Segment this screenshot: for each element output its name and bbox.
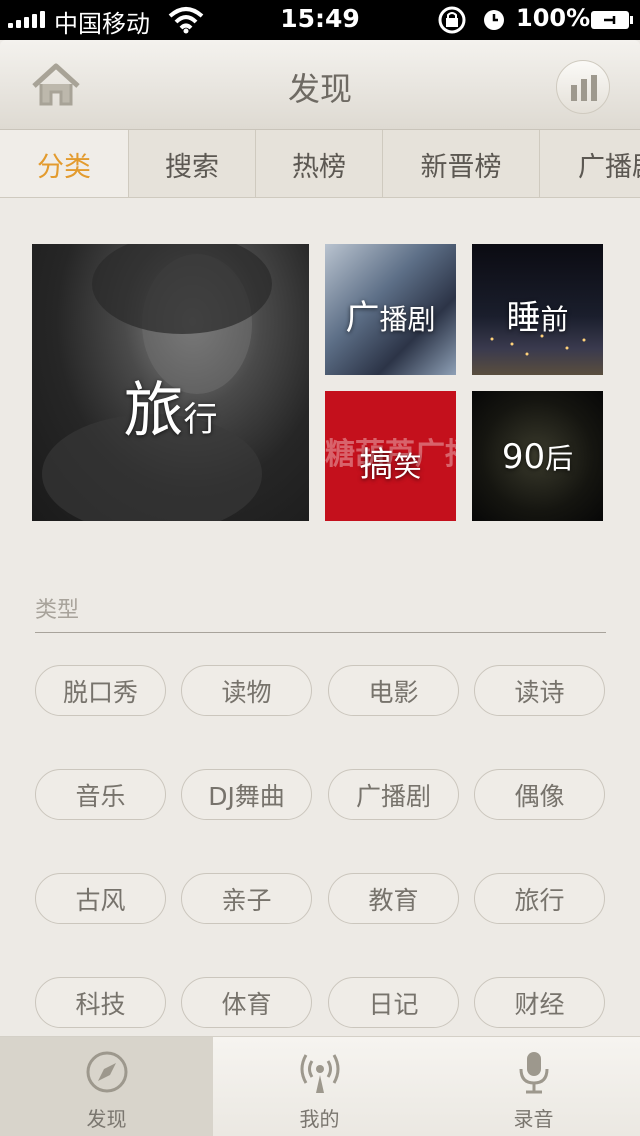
featured-bedtime-tile[interactable]: 睡前	[472, 244, 603, 375]
tab-hot-chart[interactable]: 热榜	[256, 130, 383, 197]
alarm-icon	[484, 10, 504, 30]
tabbar-discover-label: 发现	[86, 1107, 127, 1131]
compass-icon	[86, 1051, 128, 1093]
tabbar-record[interactable]: 录音	[427, 1037, 640, 1136]
broadcast-icon	[300, 1054, 340, 1093]
chip-idol[interactable]: 偶像	[474, 769, 605, 820]
bottom-tab-bar: 发现 我的 录音	[0, 1036, 640, 1136]
ranking-button[interactable]	[556, 60, 610, 114]
chip-music[interactable]: 音乐	[35, 769, 166, 820]
chip-parenting[interactable]: 亲子	[181, 873, 312, 924]
tab-category[interactable]: 分类	[0, 130, 129, 197]
tab-new-chart[interactable]: 新晋榜	[383, 130, 540, 197]
chip-ancient-style[interactable]: 古风	[35, 873, 166, 924]
section-title-genre: 类型	[35, 598, 80, 623]
microphone-icon	[519, 1052, 549, 1094]
tabbar-mine[interactable]: 我的	[213, 1037, 426, 1136]
radio-drama-label: 广播剧	[345, 298, 436, 338]
tabbar-record-label: 录音	[513, 1107, 554, 1131]
featured-comedy-tile[interactable]: 糖葫芦广播 搞笑	[325, 391, 456, 521]
battery-icon	[591, 11, 633, 29]
tabbar-mine-label: 我的	[299, 1107, 340, 1131]
section-divider	[35, 632, 606, 633]
chip-finance[interactable]: 财经	[474, 977, 605, 1028]
comedy-label: 搞笑	[359, 445, 422, 485]
chip-dj-dance[interactable]: DJ舞曲	[181, 769, 312, 820]
bedtime-label: 睡前	[506, 298, 569, 338]
featured-travel-tile[interactable]: 旅行	[32, 244, 309, 521]
bar-chart-icon	[571, 75, 597, 101]
tabbar-discover[interactable]: 发现	[0, 1037, 213, 1136]
rotation-lock-icon	[438, 6, 466, 34]
tab-strip: 分类 搜索 热榜 新晋榜 广播剧	[0, 130, 640, 198]
chip-poetry[interactable]: 读诗	[474, 665, 605, 716]
chip-radio-drama[interactable]: 广播剧	[328, 769, 459, 820]
chip-diary[interactable]: 日记	[328, 977, 459, 1028]
tab-radio-drama[interactable]: 广播剧	[540, 130, 640, 197]
chip-travel[interactable]: 旅行	[474, 873, 605, 924]
page-title: 发现	[287, 70, 352, 108]
featured-radio-drama-tile[interactable]: 广播剧	[325, 244, 456, 375]
chip-sports[interactable]: 体育	[181, 977, 312, 1028]
featured-90s-tile[interactable]: 90后	[472, 391, 603, 521]
tab-search[interactable]: 搜索	[129, 130, 256, 197]
travel-label: 旅行	[123, 376, 218, 446]
navigation-bar: 发现	[0, 40, 640, 130]
chip-technology[interactable]: 科技	[35, 977, 166, 1028]
chip-reading[interactable]: 读物	[181, 665, 312, 716]
nineties-label: 90后	[501, 437, 574, 477]
chip-education[interactable]: 教育	[328, 873, 459, 924]
status-bar: 中国移动 15:49 100%	[0, 0, 640, 40]
chip-movie[interactable]: 电影	[328, 665, 459, 716]
chip-talk-show[interactable]: 脱口秀	[35, 665, 166, 716]
battery-percentage: 100%	[516, 4, 591, 32]
